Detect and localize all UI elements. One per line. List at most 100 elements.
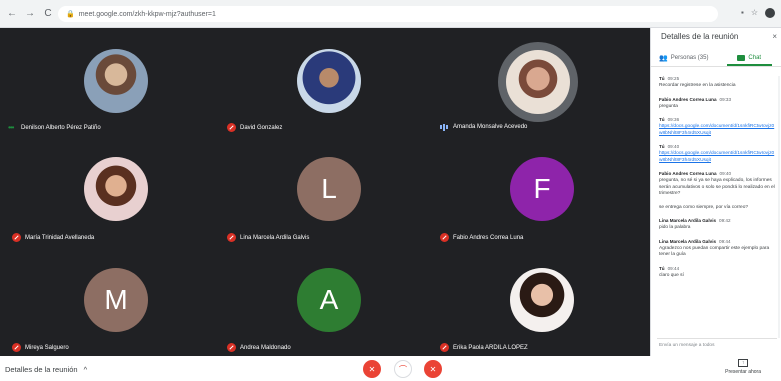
message-text: se entrega como siempre, por vía correo?	[659, 204, 749, 210]
chat-message: Fabio Andres Correa Luna 09:33 pregunta	[659, 97, 776, 111]
chat-scrollbar[interactable]	[778, 76, 780, 338]
avatar-letter: M	[104, 284, 128, 315]
present-now-button[interactable]: ↑ Presentar ahora	[725, 359, 761, 375]
chat-message: Tú 09:40 https://docs.google.com/document…	[659, 144, 776, 164]
message-time: 09:42	[719, 218, 731, 223]
avatar-letter: A	[319, 284, 339, 315]
tab-people-label: Personas (35)	[670, 55, 709, 61]
message-time: 09:33	[719, 96, 732, 102]
participant-name: Fabio Andres Correa Luna	[453, 234, 524, 241]
mic-off-icon	[227, 233, 236, 242]
participant-name-row: David Gonzalez	[227, 123, 282, 132]
chat-icon	[737, 55, 746, 61]
back-icon[interactable]: ←	[6, 8, 18, 20]
forward-icon[interactable]: →	[24, 8, 36, 20]
message-link[interactable]: https://docs.google.com/document/d/1snkf…	[659, 124, 776, 137]
message-text: Agradezco nos puedan compartir este ejem…	[659, 245, 770, 258]
message-sender: Lina Marcela Ardila Galvis	[659, 218, 717, 223]
tab-chat[interactable]: Chat	[717, 50, 781, 66]
reload-icon[interactable]: C	[42, 8, 54, 20]
extension-icon[interactable]: ▪	[741, 8, 744, 18]
participant-name: David Gonzalez	[240, 124, 283, 131]
participant-name-row: Mireya Salguero	[12, 343, 69, 352]
message-text: pido la palabra	[659, 225, 691, 230]
message-time: 09:40	[719, 171, 732, 176]
message-sender: Lina Marcela Ardila Galvis	[659, 238, 717, 244]
participant-name: Lina Marcela Ardila Galvis	[240, 234, 310, 241]
participant-name-row: Andrea Maldonado	[227, 343, 291, 352]
chat-message: Lina Marcela Ardila Galvis 09:44 Agradezc…	[659, 239, 776, 259]
participant-name: Andrea Maldonado	[240, 344, 291, 351]
participant-avatar	[506, 50, 570, 114]
chat-message: Lina Marcela Ardila Galvis 09:42 pido la …	[659, 218, 776, 232]
audio-level-icon	[440, 123, 449, 131]
mic-toggle-button[interactable]: ✕	[363, 360, 381, 378]
mic-off-icon	[12, 233, 21, 242]
chat-input[interactable]: Envía un mensaje a todos	[657, 338, 777, 352]
mic-off-icon	[440, 233, 449, 242]
mic-off-icon	[227, 343, 236, 352]
camera-toggle-button[interactable]: ✕	[424, 360, 442, 378]
participant-name-row: Erika Paola ARDILA LOPEZ	[440, 343, 528, 352]
mic-off-icon	[227, 123, 236, 132]
participant-name: Mireya Salguero	[25, 344, 69, 351]
camera-off-icon: ✕	[429, 364, 437, 374]
message-text: pregunta	[659, 103, 678, 109]
message-time: 09:36	[667, 117, 680, 122]
participant-name: Denilson Alberto Pérez Patiño	[21, 124, 101, 131]
meeting-controls-bar: Detalles de la reunión ^ ✕ ⌒ ✕ ↑ Present…	[0, 356, 781, 381]
mic-off-icon: ✕	[368, 364, 376, 374]
address-bar[interactable]: 🔒 meet.google.com/zkh-kkpw-mjz?authuser=…	[58, 6, 718, 22]
profile-avatar[interactable]	[765, 8, 775, 18]
avatar-letter: L	[321, 173, 337, 204]
message-sender: Fabio Andres Correa Luna	[659, 96, 717, 102]
participant-avatar: F	[510, 157, 574, 221]
lock-icon: 🔒	[66, 11, 75, 18]
chat-message: Tú 09:25 Recordar registrese en la asiste…	[659, 76, 776, 90]
message-sender: Tú	[659, 76, 665, 81]
participant-avatar: L	[297, 157, 361, 221]
star-icon[interactable]: ☆	[751, 8, 758, 18]
participant-avatar	[84, 157, 148, 221]
tab-chat-label: Chat	[748, 55, 762, 61]
url-text: meet.google.com/zkh-kkpw-mjz?authuser=1	[78, 10, 216, 18]
present-label: Presentar ahora	[725, 369, 761, 375]
message-text: Recordar registrese en la asistencia	[659, 83, 736, 88]
participant-name: María Trinidad Avellaneda	[25, 234, 95, 241]
participant-name-row: ••• Denilson Alberto Pérez Patiño	[8, 123, 101, 132]
chat-message: Tú 09:36 https://docs.google.com/document…	[659, 117, 776, 137]
meeting-details-label: Detalles de la reunión	[5, 365, 78, 374]
message-time: 09:44	[719, 238, 731, 244]
participant-name: Erika Paola ARDILA LOPEZ	[453, 344, 528, 351]
people-icon: 👥	[659, 55, 668, 62]
present-icon: ↑	[738, 359, 749, 367]
chat-message: Fabio Andres Correa Luna 09:40 pregunta, …	[659, 171, 776, 198]
participant-name-row: Fabio Andres Correa Luna	[440, 233, 523, 242]
participant-name-row: María Trinidad Avellaneda	[12, 233, 94, 242]
participant-name-row: Amanda Monsalve Acevedo	[440, 123, 527, 131]
tab-people[interactable]: 👥 Personas (35)	[651, 50, 717, 66]
mic-off-icon	[12, 343, 21, 352]
participant-name-row: Lina Marcela Ardila Galvis	[227, 233, 309, 242]
chevron-up-icon: ^	[83, 365, 88, 374]
speaking-dots-icon: •••	[8, 123, 14, 132]
participant-avatar	[297, 49, 361, 113]
message-sender: Tú	[659, 144, 665, 149]
chat-messages[interactable]: Tú 09:25 Recordar registrese en la asiste…	[659, 76, 776, 338]
close-icon[interactable]: ×	[772, 32, 777, 41]
browser-toolbar: ← → C 🔒 meet.google.com/zkh-kkpw-mjz?aut…	[0, 0, 781, 28]
leave-call-button[interactable]: ⌒	[394, 360, 412, 378]
message-link[interactable]: https://docs.google.com/document/d/1snkf…	[659, 151, 776, 164]
panel-tabs: 👥 Personas (35) Chat	[651, 50, 781, 66]
participant-avatar	[84, 49, 148, 113]
message-text: pregunta, no sé si ya se haya explicado,…	[659, 178, 775, 196]
chat-message: se entrega como siempre, por vía correo?	[659, 205, 776, 212]
panel-title: Detalles de la reunión	[661, 32, 739, 41]
message-time: 09:44	[667, 265, 680, 271]
message-sender: Fabio Andres Correa Luna	[659, 171, 717, 176]
video-grid: ••• Denilson Alberto Pérez Patiño David …	[0, 28, 650, 356]
mic-off-icon	[440, 343, 449, 352]
meeting-details-button[interactable]: Detalles de la reunión ^	[5, 365, 87, 374]
hangup-icon: ⌒	[399, 364, 407, 374]
participant-avatar: M	[84, 268, 148, 332]
